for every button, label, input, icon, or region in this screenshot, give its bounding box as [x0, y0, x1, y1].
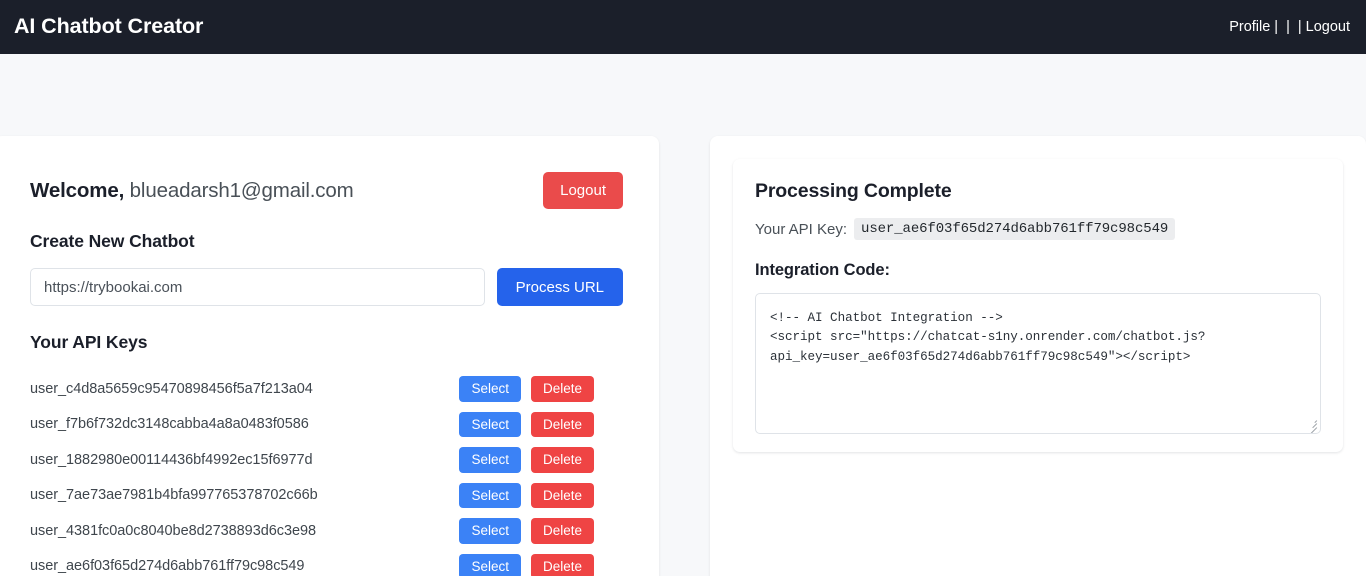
- delete-key-button[interactable]: Delete: [530, 376, 594, 402]
- select-key-button[interactable]: Select: [459, 518, 521, 544]
- url-input[interactable]: [30, 268, 485, 306]
- key-actions: Select Delete: [459, 553, 594, 576]
- api-key-text: user_4381fc0a0c8040be8d2738893d6c3e98: [30, 522, 316, 539]
- select-key-button[interactable]: Select: [459, 376, 521, 402]
- delete-key-button[interactable]: Delete: [530, 411, 594, 437]
- top-navbar: AI Chatbot Creator Profile | | | Logout: [0, 0, 1366, 54]
- key-actions: Select Delete: [459, 482, 594, 508]
- page-body: Welcome, blueadarsh1@gmail.com Logout Cr…: [0, 54, 1366, 576]
- integration-code-label: Integration Code:: [755, 261, 890, 279]
- key-actions: Select Delete: [459, 376, 594, 402]
- api-key-text: user_1882980e00114436bf4992ec15f6977d: [30, 451, 313, 468]
- list-item: user_1882980e00114436bf4992ec15f6977d Se…: [30, 442, 623, 478]
- api-key-text: user_7ae73ae7981b4bfa997765378702c66b: [30, 487, 318, 504]
- nav-separator-2: |: [1286, 19, 1290, 35]
- dashboard-panel: Welcome, blueadarsh1@gmail.com Logout Cr…: [0, 136, 659, 576]
- api-key-text: user_c4d8a5659c95470898456f5a7f213a04: [30, 380, 313, 397]
- integration-code-content: <!-- AI Chatbot Integration --> <script …: [770, 311, 1206, 364]
- select-key-button[interactable]: Select: [459, 411, 521, 437]
- url-form: Process URL: [30, 268, 623, 306]
- logout-button[interactable]: Logout: [543, 172, 623, 209]
- key-actions: Select Delete: [459, 518, 594, 544]
- key-actions: Select Delete: [459, 411, 594, 437]
- processing-complete-card: Processing Complete Your API Key: user_a…: [733, 159, 1343, 452]
- list-item: user_ae6f03f65d274d6abb761ff79c98c549 Se…: [30, 549, 623, 576]
- nav-separator-1: |: [1274, 19, 1279, 35]
- process-url-button[interactable]: Process URL: [496, 268, 623, 306]
- app-title: AI Chatbot Creator: [14, 14, 204, 39]
- list-item: user_f7b6f732dc3148cabba4a8a0483f0586 Se…: [30, 407, 623, 443]
- generated-api-key-value: user_ae6f03f65d274d6abb761ff79c98c549: [854, 218, 1176, 240]
- delete-key-button[interactable]: Delete: [530, 447, 594, 473]
- key-actions: Select Delete: [459, 447, 594, 473]
- delete-key-button[interactable]: Delete: [530, 553, 594, 576]
- api-keys-heading: Your API Keys: [30, 332, 148, 352]
- user-email: blueadarsh1@gmail.com: [129, 178, 354, 202]
- delete-key-button[interactable]: Delete: [530, 482, 594, 508]
- select-key-button[interactable]: Select: [459, 447, 521, 473]
- create-chatbot-heading: Create New Chatbot: [30, 231, 195, 251]
- welcome-message: Welcome, blueadarsh1@gmail.com: [30, 179, 354, 203]
- api-key-text: user_f7b6f732dc3148cabba4a8a0483f0586: [30, 416, 309, 433]
- api-key-text: user_ae6f03f65d274d6abb761ff79c98c549: [30, 558, 305, 575]
- list-item: user_c4d8a5659c95470898456f5a7f213a04 Se…: [30, 371, 623, 407]
- api-keys-list: user_c4d8a5659c95470898456f5a7f213a04 Se…: [30, 371, 623, 576]
- nav-link-profile[interactable]: Profile: [1229, 19, 1270, 35]
- welcome-prefix: Welcome,: [30, 178, 125, 202]
- select-key-button[interactable]: Select: [459, 482, 521, 508]
- delete-key-button[interactable]: Delete: [530, 518, 594, 544]
- integration-code-textarea[interactable]: <!-- AI Chatbot Integration --> <script …: [755, 293, 1321, 434]
- api-key-label: Your API Key:: [755, 220, 848, 238]
- select-key-button[interactable]: Select: [459, 553, 521, 576]
- nav-link-logout[interactable]: Logout: [1306, 19, 1350, 35]
- processing-complete-title: Processing Complete: [755, 180, 952, 202]
- nav-separator-3: |: [1297, 19, 1302, 35]
- list-item: user_7ae73ae7981b4bfa997765378702c66b Se…: [30, 478, 623, 514]
- list-item: user_4381fc0a0c8040be8d2738893d6c3e98 Se…: [30, 513, 623, 549]
- generated-api-key-row: Your API Key: user_ae6f03f65d274d6abb761…: [755, 218, 1321, 240]
- resize-handle-icon[interactable]: [1305, 418, 1318, 433]
- welcome-row: Welcome, blueadarsh1@gmail.com Logout: [30, 172, 623, 209]
- navbar-links: Profile | | | Logout: [1229, 19, 1350, 35]
